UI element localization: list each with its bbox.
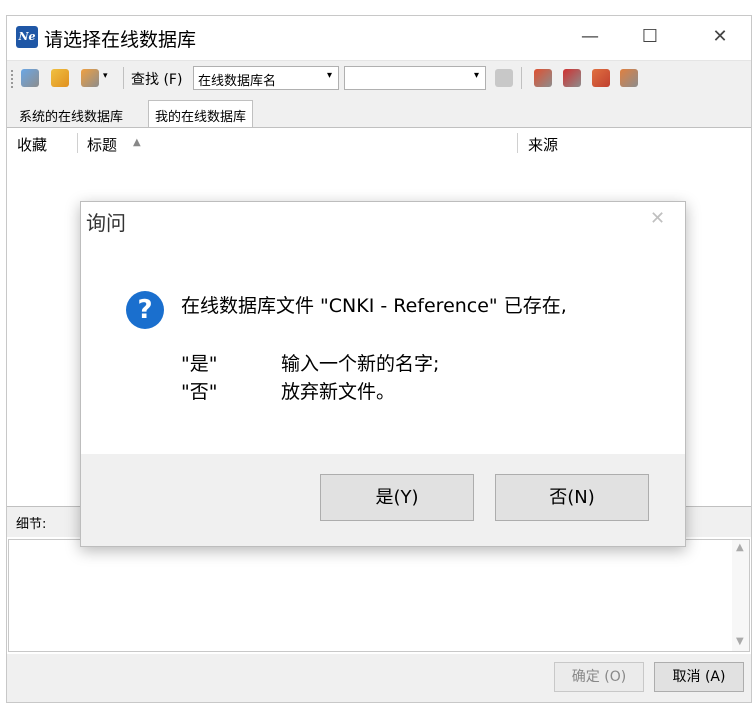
column-title[interactable]: 标题	[87, 134, 117, 155]
details-text-area[interactable]: ▲ ▼	[8, 539, 750, 652]
chevron-down-icon[interactable]: ▾	[103, 71, 108, 81]
column-divider[interactable]	[517, 133, 518, 153]
open-folder-icon[interactable]	[51, 69, 69, 87]
title-bar: Ne 请选择在线数据库 — ☐ ✕	[7, 16, 751, 60]
scroll-up-icon[interactable]: ▲	[736, 542, 744, 553]
details-label: 细节:	[16, 517, 47, 532]
tab-my-databases[interactable]: 我的在线数据库	[148, 100, 254, 127]
yes-option-description: 输入一个新的名字;	[281, 353, 440, 375]
no-option-key: "否"	[181, 381, 218, 403]
vertical-scrollbar[interactable]: ▲ ▼	[732, 540, 749, 651]
search-run-icon[interactable]	[495, 69, 513, 87]
dialog-message: 在线数据库文件 "CNKI - Reference" 已存在,	[181, 295, 567, 317]
toolbar-separator	[521, 67, 522, 89]
list-header: 收藏 标题 ▲ 来源	[7, 129, 751, 158]
toolbar-grip	[11, 70, 16, 88]
search-field-select[interactable]: 在线数据库名 ▾	[193, 66, 339, 90]
column-divider[interactable]	[77, 133, 78, 153]
yes-button[interactable]: 是(Y)	[320, 474, 474, 521]
chevron-down-icon: ▾	[473, 70, 479, 81]
dialog-button-bar: 是(Y) 否(N)	[81, 454, 685, 546]
toolbar: ▾ 查找 (F) 在线数据库名 ▾ ▾	[7, 60, 751, 95]
close-button[interactable]: ✕	[697, 16, 743, 60]
scroll-down-icon[interactable]: ▼	[736, 636, 744, 647]
no-button[interactable]: 否(N)	[495, 474, 649, 521]
confirm-dialog: 询问 ✕ ? 在线数据库文件 "CNKI - Reference" 已存在, "…	[80, 201, 686, 547]
maximize-button[interactable]: ☐	[627, 16, 673, 60]
question-icon: ?	[126, 291, 164, 329]
column-favorite[interactable]: 收藏	[17, 134, 47, 155]
tab-system-databases[interactable]: 系统的在线数据库	[13, 101, 129, 126]
column-source[interactable]: 来源	[528, 134, 558, 155]
minimize-button[interactable]: —	[567, 16, 613, 60]
dialog-title: 询问	[86, 211, 126, 235]
close-icon[interactable]: ✕	[650, 208, 665, 229]
database-settings-icon[interactable]	[21, 69, 39, 87]
app-icon: Ne	[16, 26, 38, 48]
sort-ascending-icon: ▲	[133, 137, 141, 148]
yes-option-key: "是"	[181, 353, 218, 375]
toolbar-separator	[123, 67, 124, 89]
window-title: 请选择在线数据库	[44, 29, 197, 51]
search-field-value: 在线数据库名	[198, 74, 277, 89]
no-option-description: 放弃新文件。	[281, 381, 396, 403]
find-label: 查找 (F)	[131, 72, 183, 88]
database-menu-icon[interactable]	[81, 69, 99, 87]
add-database-icon[interactable]	[534, 69, 552, 87]
chevron-down-icon: ▾	[326, 70, 332, 81]
delete-database-icon[interactable]	[563, 69, 581, 87]
ok-button[interactable]: 确定 (O)	[554, 662, 644, 692]
search-input[interactable]: ▾	[344, 66, 486, 90]
export-database-icon[interactable]	[620, 69, 638, 87]
cancel-button[interactable]: 取消 (A)	[654, 662, 744, 692]
tab-bar: 系统的在线数据库 我的在线数据库	[7, 95, 751, 128]
footer-bar: 确定 (O) 取消 (A)	[7, 654, 751, 702]
edit-database-icon[interactable]	[592, 69, 610, 87]
